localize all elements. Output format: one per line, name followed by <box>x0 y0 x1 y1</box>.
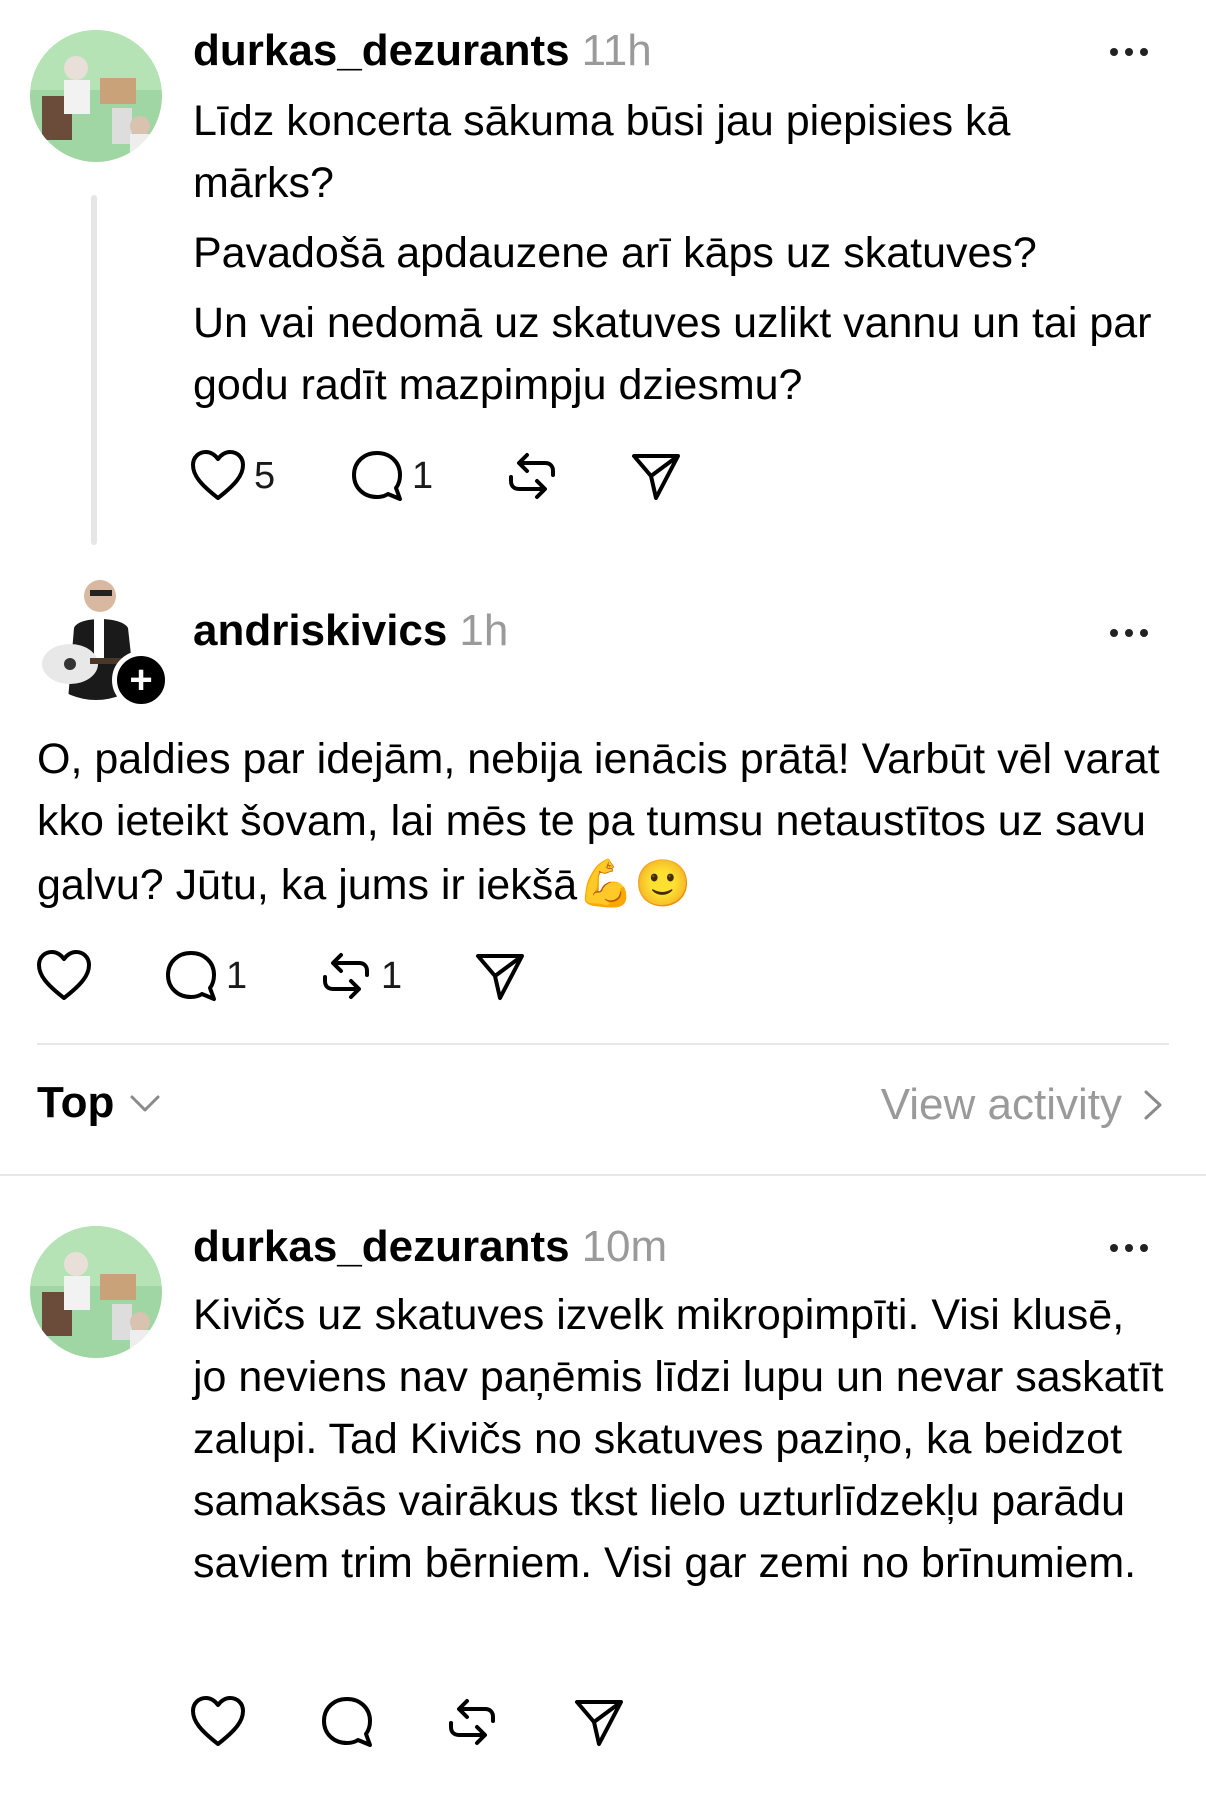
repost-button[interactable] <box>445 1692 573 1752</box>
reply-count: 1 <box>412 454 434 497</box>
share-button[interactable] <box>573 1692 625 1752</box>
heart-icon <box>37 950 91 1000</box>
username[interactable]: andriskivics <box>193 606 447 655</box>
like-button[interactable] <box>190 1692 320 1752</box>
post-author[interactable]: durkas_dezurants 10m <box>193 1222 667 1272</box>
post-body: Kivičs uz skatuves izvelk mikropimpīti. … <box>193 1291 1164 1587</box>
repost-count: 1 <box>381 954 403 997</box>
send-icon <box>632 454 680 500</box>
share-button[interactable] <box>630 446 682 506</box>
follow-button[interactable]: + <box>112 651 170 709</box>
avatar[interactable] <box>30 1226 162 1358</box>
post-paragraph: Un vai nedomā uz skatuves uzlikt vannu u… <box>193 299 1152 409</box>
repost-icon <box>449 1699 495 1745</box>
timestamp: 11h <box>581 26 652 75</box>
timestamp: 1h <box>459 606 509 655</box>
sort-label: Top <box>37 1078 115 1127</box>
repost-button[interactable] <box>505 446 630 506</box>
divider <box>0 1174 1206 1176</box>
post-text: Līdz koncerta sākuma būsi jau piepisies … <box>193 90 1163 416</box>
username[interactable]: durkas_dezurants <box>193 26 570 75</box>
heart-icon <box>191 1696 245 1746</box>
reply-button[interactable]: 1 <box>350 446 505 506</box>
view-activity-link[interactable]: View activity <box>881 1080 1166 1130</box>
like-button[interactable] <box>36 946 164 1006</box>
post-actions <box>190 1692 625 1752</box>
share-button[interactable] <box>474 946 526 1006</box>
chevron-down-icon <box>130 1095 160 1112</box>
timestamp: 10m <box>581 1222 668 1271</box>
reply-button[interactable]: 1 <box>164 946 319 1006</box>
view-activity-label: View activity <box>880 1080 1122 1129</box>
comment-icon <box>322 1697 372 1747</box>
sort-dropdown[interactable]: Top <box>37 1078 162 1128</box>
post-text: O, paldies par idejām, nebija ienācis pr… <box>37 728 1177 916</box>
comment-icon <box>352 451 402 501</box>
post-author[interactable]: durkas_dezurants 11h <box>193 26 652 76</box>
post-paragraph: Pavadošā apdauzene arī kāps uz skatuves? <box>193 229 1037 277</box>
thread-line <box>91 195 97 545</box>
like-button[interactable]: 5 <box>190 446 350 506</box>
reply-button[interactable] <box>320 1692 445 1752</box>
repost-icon <box>323 953 369 999</box>
heart-icon <box>191 450 245 500</box>
post-text: Kivičs uz skatuves izvelk mikropimpīti. … <box>193 1284 1168 1594</box>
post-actions: 5 1 <box>190 446 682 506</box>
chevron-right-icon <box>1144 1090 1162 1120</box>
send-icon <box>575 1700 623 1746</box>
post-actions: 1 1 <box>36 946 526 1006</box>
more-icon[interactable] <box>1110 629 1148 637</box>
avatar[interactable] <box>30 30 162 162</box>
more-icon[interactable] <box>1110 48 1148 56</box>
comment-icon <box>166 951 216 1001</box>
emoji: 💪🙂 <box>577 857 692 909</box>
repost-button[interactable]: 1 <box>319 946 474 1006</box>
post-author[interactable]: andriskivics 1h <box>193 606 508 656</box>
plus-icon: + <box>129 658 153 702</box>
username[interactable]: durkas_dezurants <box>193 1222 570 1271</box>
send-icon <box>476 954 524 1000</box>
reply-count: 1 <box>226 954 248 997</box>
more-icon[interactable] <box>1110 1244 1148 1252</box>
repost-icon <box>509 453 555 499</box>
like-count: 5 <box>254 454 276 497</box>
post-paragraph: Līdz koncerta sākuma būsi jau piepisies … <box>193 97 1011 207</box>
divider <box>37 1043 1169 1045</box>
